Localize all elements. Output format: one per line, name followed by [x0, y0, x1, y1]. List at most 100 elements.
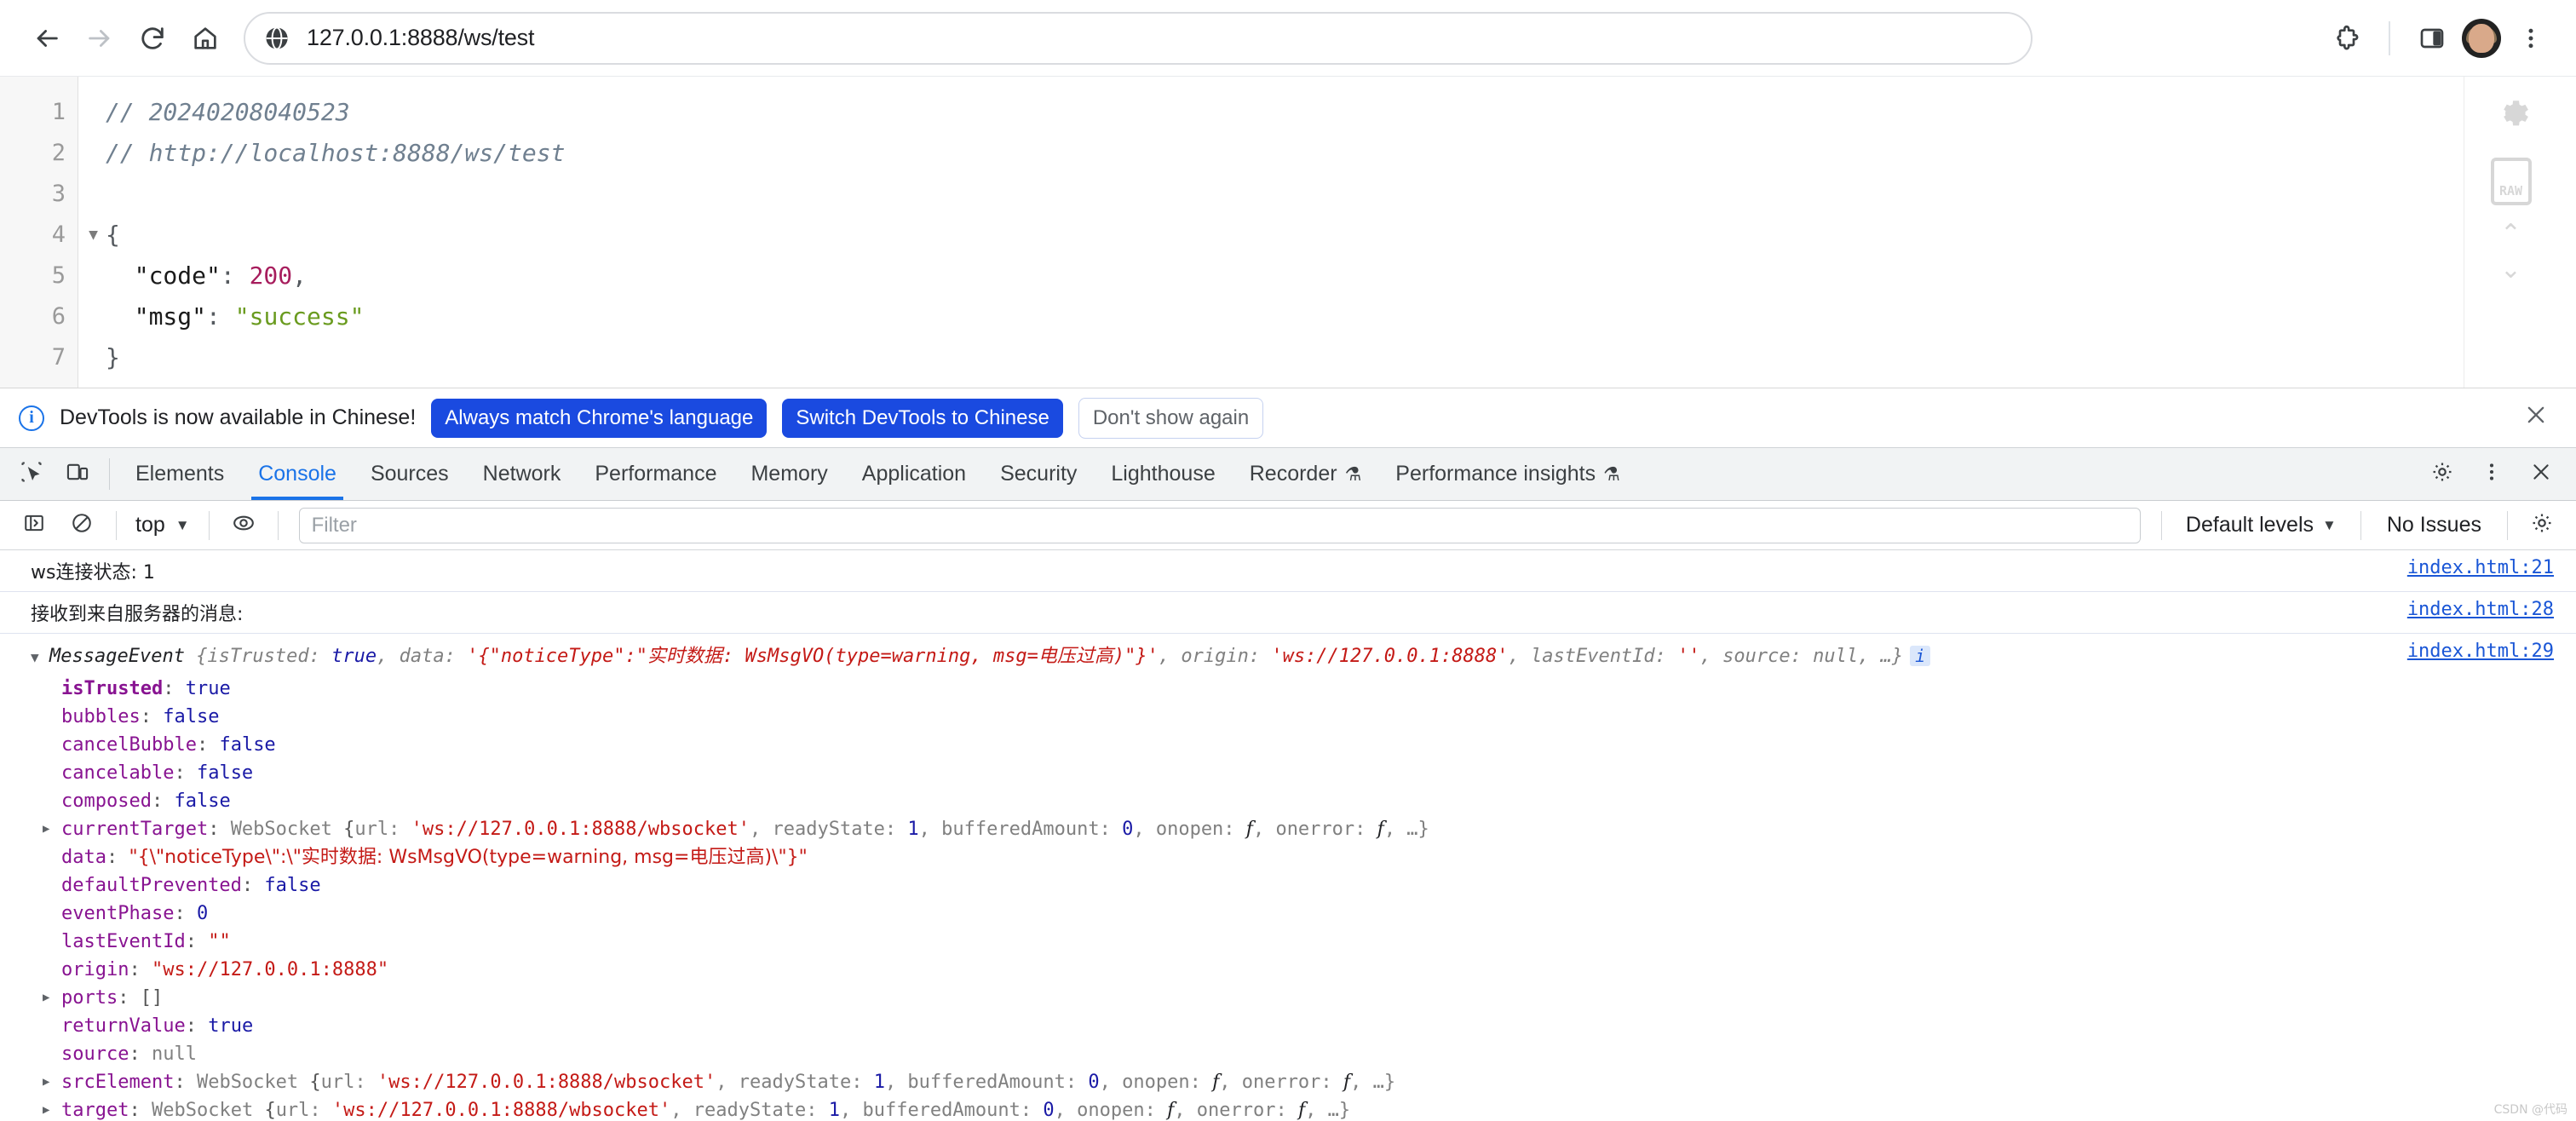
- code-line: // 20240208040523: [106, 92, 2576, 133]
- back-arrow-icon: [32, 24, 61, 53]
- preview-token: '{"noticeType":"实时数据: WsMsgVO(type=warni…: [467, 646, 1159, 667]
- expand-toggle-icon[interactable]: ▶: [43, 984, 49, 1012]
- console-message-source-link[interactable]: index.html:29: [2407, 641, 2576, 662]
- forward-button[interactable]: [73, 12, 126, 65]
- devtools-settings-button[interactable]: [2419, 460, 2465, 488]
- devtools-more-button[interactable]: [2469, 461, 2515, 487]
- scroll-up-button[interactable]: ⌃: [2500, 221, 2521, 247]
- tab-performance[interactable]: Performance: [578, 448, 733, 500]
- issues-counter[interactable]: No Issues: [2373, 513, 2495, 538]
- json-viewer-pane: 1 2 3 4 ▼ 5 6 7 // 20240208040523 // http://loca…: [0, 77, 2576, 388]
- line-number: 3: [51, 181, 66, 207]
- property-value: , …}: [1305, 1100, 1351, 1121]
- tab-console[interactable]: Console: [241, 448, 354, 500]
- code-token: "success": [234, 302, 365, 331]
- devtools-tab-bar-actions: [2419, 448, 2576, 500]
- property-value: , bufferedAmount:: [884, 1072, 1089, 1093]
- chrome-menu-button[interactable]: [2506, 14, 2556, 63]
- expand-toggle-icon[interactable]: ▼: [31, 649, 49, 665]
- tab-label: Elements: [135, 462, 225, 486]
- property-value: WebSocket: [151, 1100, 265, 1121]
- watermark: CSDN @代码: [2493, 1103, 2567, 1117]
- tab-security[interactable]: Security: [983, 448, 1094, 500]
- raw-view-button[interactable]: RAW: [2490, 158, 2532, 205]
- always-match-language-button[interactable]: Always match Chrome's language: [431, 398, 768, 438]
- chevron-down-icon: ▼: [175, 516, 190, 533]
- expand-toggle-icon[interactable]: ▶: [43, 1068, 49, 1096]
- tab-network[interactable]: Network: [466, 448, 578, 500]
- log-levels-selector[interactable]: Default levels ▼: [2174, 513, 2349, 538]
- expand-toggle-icon[interactable]: ▶: [43, 815, 49, 843]
- console-settings-button[interactable]: [2520, 503, 2564, 548]
- tab-label: Memory: [750, 462, 828, 486]
- property-value: null: [151, 1043, 197, 1065]
- avatar[interactable]: [2462, 18, 2501, 58]
- device-toolbar-icon: [66, 460, 89, 488]
- console-message-source-link[interactable]: index.html:28: [2407, 599, 2576, 620]
- property-row: ▶ currentTarget: WebSocket {url: 'ws://12…: [0, 815, 2576, 843]
- json-settings-button[interactable]: [2493, 95, 2529, 135]
- property-value: , onopen:: [1054, 1100, 1168, 1121]
- fold-toggle-icon[interactable]: ▼: [89, 215, 98, 256]
- tab-performance-insights[interactable]: Performance insights ⚗: [1378, 448, 1637, 500]
- side-panel-button[interactable]: [2407, 14, 2457, 63]
- console-message-list: ws连接状态: 1 index.html:21 接收到来自服务器的消息: index.…: [0, 550, 2576, 1121]
- event-class-name: MessageEvent: [49, 646, 197, 667]
- property-value: true: [208, 1015, 254, 1037]
- tab-memory[interactable]: Memory: [733, 448, 844, 500]
- property-value: 'ws://127.0.0.1:8888/wbsocket': [411, 819, 750, 840]
- property-row: cancelable: false: [0, 759, 2576, 787]
- tab-label: Performance: [595, 462, 717, 486]
- property-separator: :: [196, 734, 220, 756]
- console-sidebar-toggle[interactable]: [12, 503, 56, 548]
- address-bar[interactable]: 127.0.0.1:8888/ws/test: [244, 11, 2033, 65]
- tab-application[interactable]: Application: [845, 448, 983, 500]
- dont-show-again-button[interactable]: Don't show again: [1078, 397, 1264, 439]
- property-separator: :: [129, 1043, 152, 1065]
- scroll-down-button[interactable]: ⌄: [2500, 257, 2521, 283]
- inspect-element-button[interactable]: [9, 448, 55, 500]
- extensions-button[interactable]: [2322, 14, 2372, 63]
- console-message: 接收到来自服务器的消息: index.html:28: [0, 592, 2576, 634]
- info-badge-icon[interactable]: i: [1910, 646, 1931, 666]
- preview-token: {isTrusted:: [196, 646, 332, 667]
- property-row: origin: "ws://127.0.0.1:8888": [0, 956, 2576, 984]
- devtools-close-button[interactable]: [2518, 461, 2564, 487]
- property-separator: :: [174, 903, 197, 924]
- console-message-source-link[interactable]: index.html:21: [2407, 557, 2576, 578]
- line-number: 6: [51, 303, 66, 330]
- tab-label: Network: [482, 462, 561, 486]
- property-value: 0: [196, 903, 209, 924]
- tab-lighthouse[interactable]: Lighthouse: [1094, 448, 1232, 500]
- close-icon: [2524, 401, 2548, 434]
- property-value: f: [1377, 819, 1384, 840]
- banner-close-button[interactable]: [2515, 397, 2557, 440]
- line-number: 5: [51, 262, 66, 289]
- tab-elements[interactable]: Elements: [118, 448, 241, 500]
- clear-console-button[interactable]: [60, 503, 104, 548]
- property-value: {: [343, 819, 355, 840]
- expand-toggle-icon[interactable]: ▶: [43, 1096, 49, 1121]
- execution-context-selector[interactable]: top ▼: [129, 513, 197, 538]
- json-code-area[interactable]: // 20240208040523 // http://localhost:888…: [78, 77, 2576, 388]
- console-filter-input[interactable]: Filter: [298, 507, 2141, 543]
- property-separator: :: [118, 987, 141, 1009]
- property-value: []: [140, 987, 164, 1009]
- tab-recorder[interactable]: Recorder ⚗: [1233, 448, 1379, 500]
- home-button[interactable]: [179, 12, 232, 65]
- property-name: cancelable: [61, 762, 175, 784]
- property-separator: :: [129, 959, 152, 980]
- property-row: bubbles: false: [0, 703, 2576, 731]
- devtools-tab-bar: Elements Console Sources Network Performance…: [0, 448, 2576, 501]
- property-value: , onerror:: [1174, 1100, 1298, 1121]
- banner-message: DevTools is now available in Chinese!: [60, 405, 417, 429]
- back-button[interactable]: [20, 12, 73, 65]
- property-value: 1: [828, 1100, 840, 1121]
- switch-devtools-language-button[interactable]: Switch DevTools to Chinese: [782, 398, 1063, 438]
- reload-button[interactable]: [126, 12, 179, 65]
- tab-sources[interactable]: Sources: [354, 448, 466, 500]
- live-expression-button[interactable]: [221, 503, 266, 548]
- line-number: 1: [51, 99, 66, 125]
- property-value: url:: [275, 1100, 332, 1121]
- device-toolbar-button[interactable]: [55, 448, 101, 500]
